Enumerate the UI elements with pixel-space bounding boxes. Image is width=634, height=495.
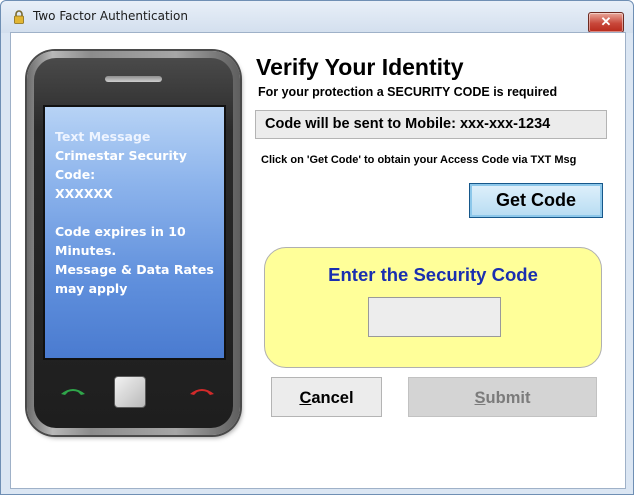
window-title: Two Factor Authentication [33,9,188,23]
sms-line: Crimestar Security Code: [55,148,187,182]
get-code-button[interactable]: Get Code [469,183,603,218]
phone-illustration: Text Message Crimestar Security Code: XX… [27,51,240,435]
phone-screen: Text Message Crimestar Security Code: XX… [43,105,226,360]
call-end-icon [190,389,214,395]
mobile-number-display: Code will be sent to Mobile: xxx-xxx-123… [255,110,607,139]
phone-body: Text Message Crimestar Security Code: XX… [34,58,233,428]
sms-header: Text Message [55,129,151,144]
cancel-mnemonic: C [299,389,312,407]
security-code-panel: Enter the Security Code [264,247,602,368]
home-button-icon [114,376,146,408]
mobile-number-text: Code will be sent to Mobile: xxx-xxx-123… [265,116,551,132]
sms-line: Minutes. [55,243,117,258]
cancel-label: ancel [311,389,354,407]
cancel-button[interactable]: Cancel [271,377,382,417]
instruction-text: Click on 'Get Code' to obtain your Acces… [261,154,577,166]
security-code-input[interactable] [368,297,501,337]
dialog-content: Text Message Crimestar Security Code: XX… [10,32,626,489]
sms-line: Message & Data Rates [55,262,214,277]
earpiece-icon [105,76,162,82]
title-bar: Two Factor Authentication ✕ [1,1,633,33]
close-button[interactable]: ✕ [588,12,624,33]
subtitle: For your protection a SECURITY CODE is r… [258,85,558,99]
submit-button[interactable]: Submit [408,377,597,417]
sms-code: XXXXXX [55,186,113,201]
security-code-label: Enter the Security Code [328,264,538,285]
submit-mnemonic: S [474,389,486,407]
page-title: Verify Your Identity [256,54,464,80]
call-answer-icon [61,389,85,395]
dialog-window: Two Factor Authentication ✕ Text Message… [0,0,634,495]
sms-message: Text Message Crimestar Security Code: XX… [55,127,223,298]
submit-label: ubmit [485,389,531,407]
sms-line: Code expires in 10 [55,224,186,239]
padlock-icon [14,10,24,24]
sms-line: may apply [55,281,128,296]
close-icon: ✕ [600,14,612,29]
